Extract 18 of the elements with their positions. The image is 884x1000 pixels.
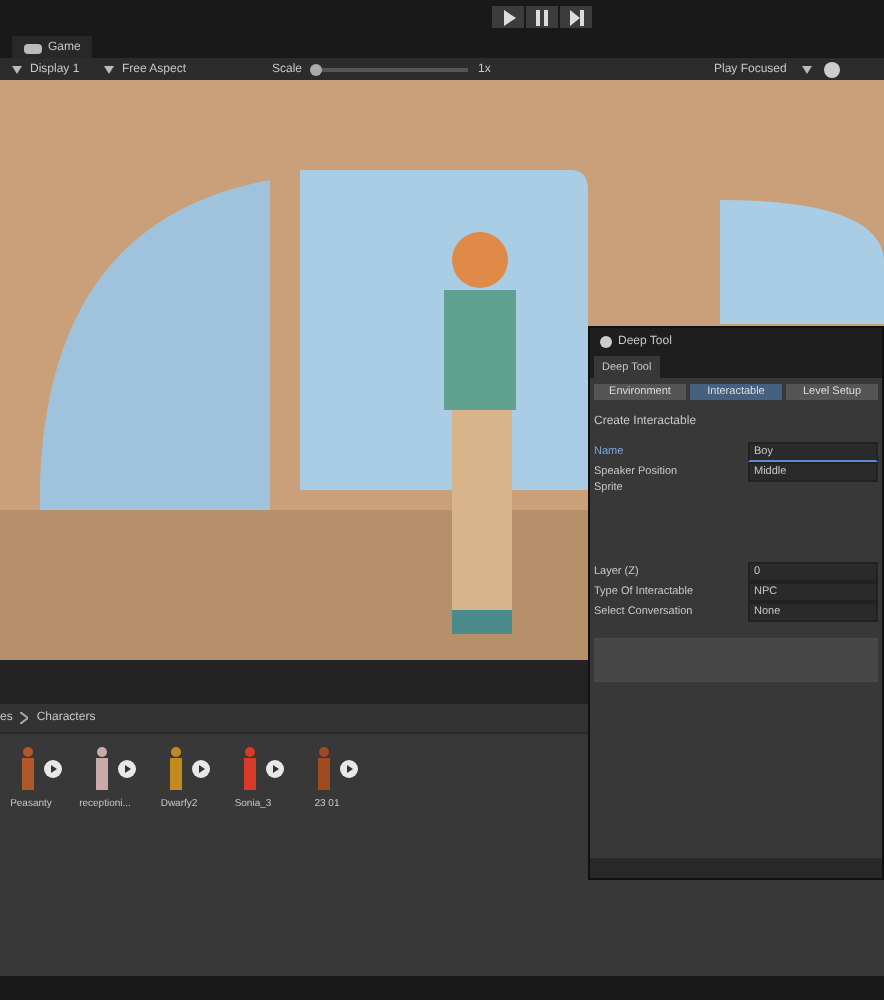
pause-icon — [532, 7, 552, 27]
caret-icon — [802, 65, 813, 73]
play-icon[interactable] — [266, 759, 284, 777]
caret-icon — [104, 65, 114, 73]
character-sprite-icon[interactable] — [168, 746, 184, 790]
gamepad-icon — [24, 41, 42, 53]
caret-icon — [12, 65, 22, 73]
play-icon[interactable] — [192, 759, 210, 777]
chevron-icon — [20, 712, 29, 724]
play-icon[interactable] — [340, 759, 358, 777]
step-icon — [566, 7, 586, 27]
character-sprite-icon[interactable] — [94, 746, 110, 790]
play-icon[interactable] — [118, 759, 136, 777]
step-button[interactable] — [560, 6, 592, 28]
pause-button[interactable] — [526, 6, 558, 28]
play-icon[interactable] — [44, 759, 62, 777]
play-icon — [498, 7, 518, 27]
play-button[interactable] — [492, 6, 524, 28]
